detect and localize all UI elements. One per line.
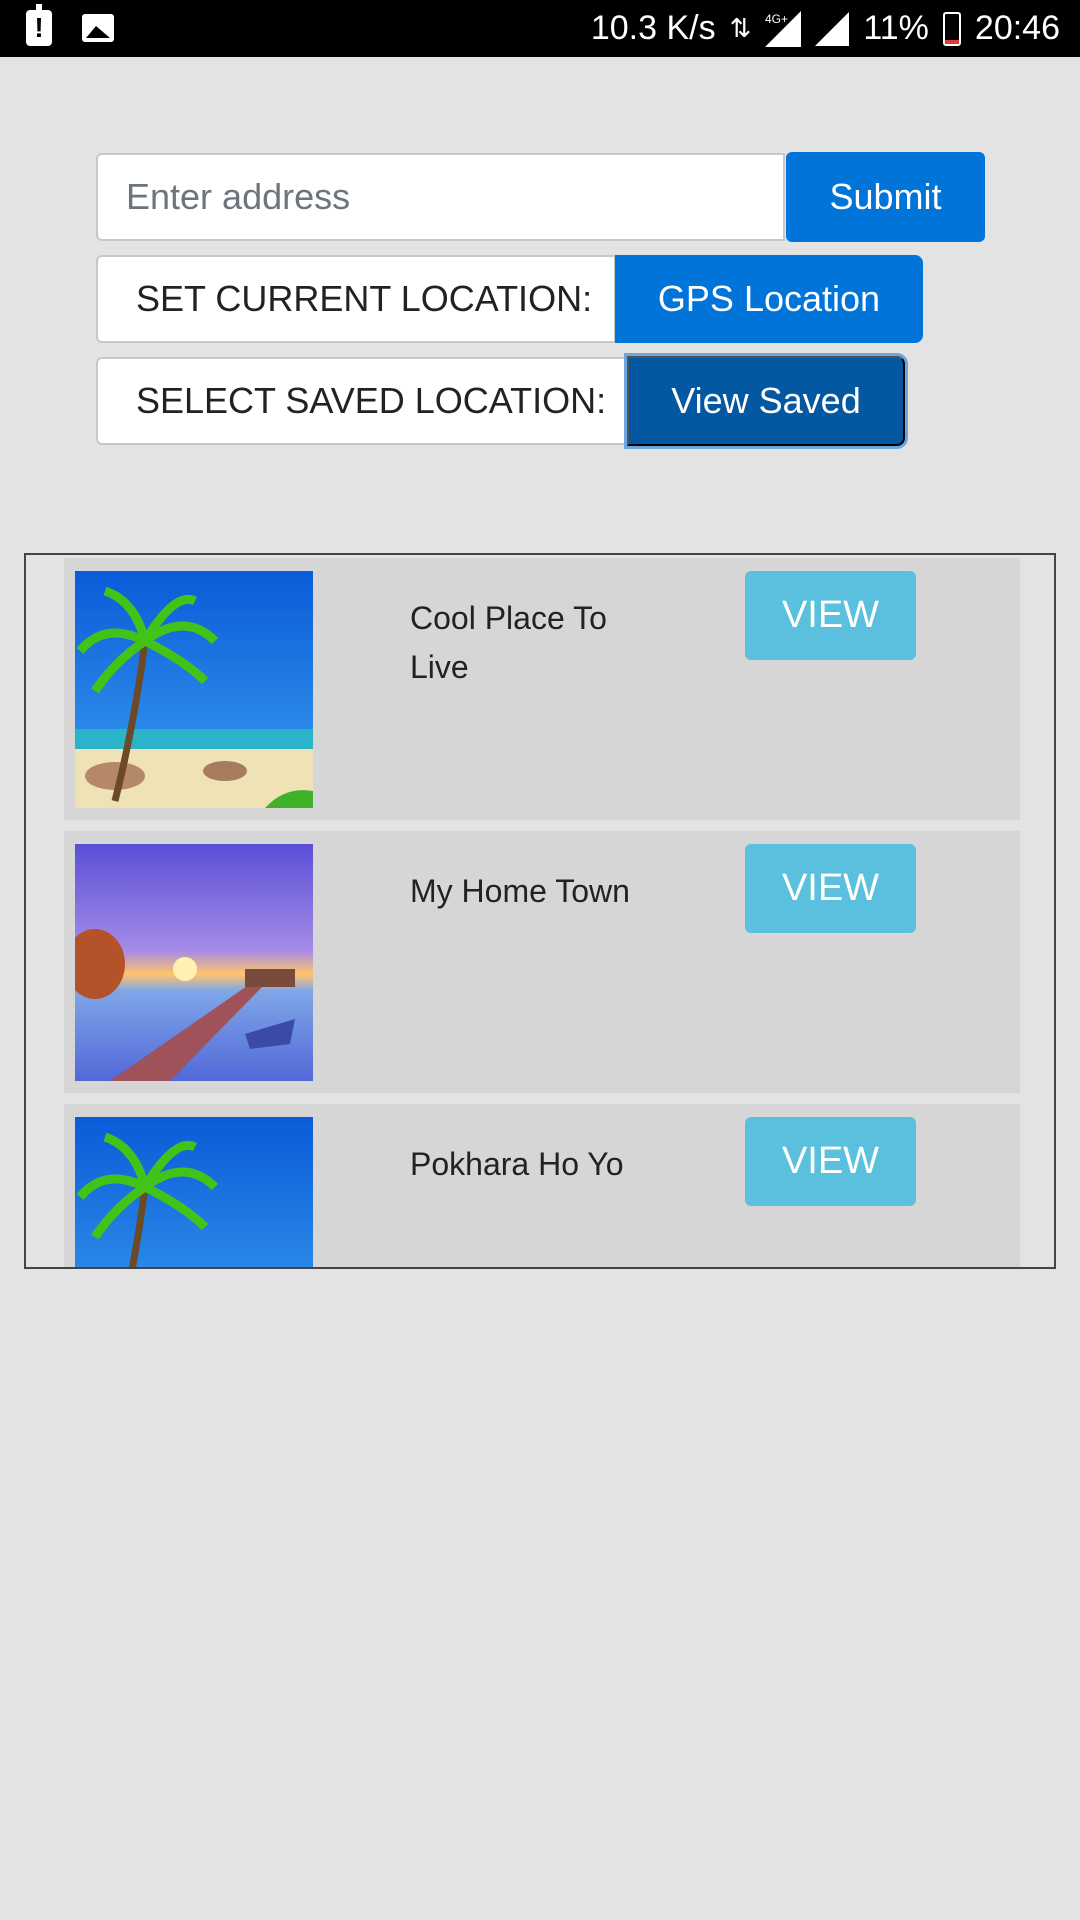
address-input[interactable]: [96, 153, 785, 241]
place-name: Cool Place To Live: [410, 600, 607, 685]
signal-icon: [815, 11, 850, 46]
battery-percent: 11%: [863, 9, 929, 47]
sunset-pier-image: [75, 844, 313, 1081]
beach-palm-image: [75, 1117, 313, 1267]
data-arrows-icon: ⇅: [729, 13, 752, 43]
current-location-label: SET CURRENT LOCATION:: [96, 255, 616, 343]
signal-4g-icon: 4G+: [765, 10, 802, 47]
status-bar: 10.3 K/s ⇅ 4G+ 11% 20:46: [0, 0, 1080, 57]
battery-icon: [942, 11, 961, 46]
submit-button[interactable]: Submit: [786, 152, 985, 242]
saved-location-label: SELECT SAVED LOCATION:: [96, 357, 628, 445]
saved-places-list[interactable]: Cool Place To Live VIEW My Home Town VIE…: [24, 553, 1056, 1269]
gps-location-button[interactable]: GPS Location: [615, 255, 923, 343]
image-icon: [82, 14, 114, 42]
list-item: My Home Town VIEW: [64, 831, 1020, 1093]
list-item: Pokhara Ho Yo VIEW: [64, 1104, 1020, 1267]
alert-icon: [26, 4, 52, 46]
view-button[interactable]: VIEW: [745, 844, 916, 933]
clock: 20:46: [974, 9, 1060, 47]
network-speed: 10.3 K/s: [590, 9, 716, 47]
list-item: Cool Place To Live VIEW: [64, 558, 1020, 820]
beach-palm-image: [75, 571, 313, 808]
network-type: 4G+: [765, 12, 788, 26]
place-name: My Home Town: [410, 873, 630, 909]
view-saved-button[interactable]: View Saved: [627, 356, 905, 446]
view-button[interactable]: VIEW: [745, 571, 916, 660]
place-name: Pokhara Ho Yo: [410, 1146, 624, 1182]
view-button[interactable]: VIEW: [745, 1117, 916, 1206]
